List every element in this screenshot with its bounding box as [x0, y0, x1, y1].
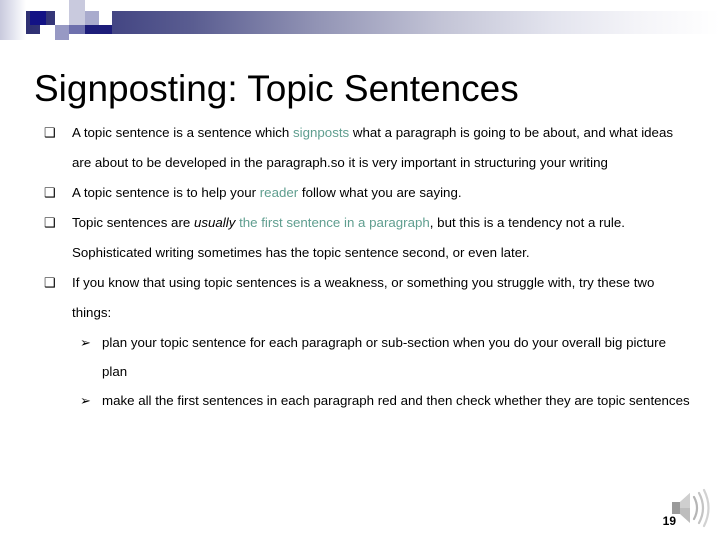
bullet-text-2: A topic sentence is to help your reader … [72, 178, 692, 208]
bullet-segment-accent: reader [259, 185, 299, 200]
list-item: ❑ A topic sentence is a sentence which s… [0, 118, 720, 178]
bullet-text-3: Topic sentences are usually the first se… [72, 208, 692, 268]
header-square-white-2 [85, 0, 99, 11]
header-square-white-7 [40, 25, 55, 40]
header-square-white-8 [26, 34, 40, 40]
header-square-mid-2 [69, 25, 85, 34]
square-bullet-icon: ❑ [44, 125, 56, 140]
header-square-pale-3 [85, 11, 99, 25]
header-square-navy-2 [85, 25, 112, 34]
list-item: ❑ Topic sentences are usually the first … [0, 208, 720, 268]
sub-bullet-text-2: make all the first sentences in each par… [102, 393, 690, 408]
bullet-segment: A topic sentence is to help your [72, 185, 260, 200]
header-square-pale-1 [69, 0, 85, 11]
bullet-text-4: If you know that using topic sentences i… [72, 268, 692, 328]
header-square-white-6 [99, 11, 112, 25]
list-item: ❑ A topic sentence is to help your reade… [0, 178, 720, 208]
list-item: ➢ plan your topic sentence for each para… [0, 328, 720, 386]
square-bullet-icon: ❑ [44, 215, 56, 230]
bullet-segment: Topic sentences are [72, 215, 194, 230]
header-square-mid-1 [55, 25, 69, 40]
bullet-segment-accent: signposts [293, 125, 350, 140]
page-title: Signposting: Topic Sentences [34, 67, 519, 109]
header-gradient-bar [26, 11, 720, 34]
bullet-segment: follow what you are saying. [298, 185, 462, 200]
square-bullet-icon: ❑ [44, 275, 56, 290]
bullet-segment: If you know that using topic sentences i… [72, 275, 655, 320]
slide-body: ❑ A topic sentence is a sentence which s… [0, 118, 720, 415]
sub-bullet-text-1: plan your topic sentence for each paragr… [102, 335, 666, 379]
speaker-icon[interactable] [668, 488, 712, 530]
list-item: ➢ make all the first sentences in each p… [0, 386, 720, 415]
bullet-segment-accent: the first sentence in a paragraph [239, 215, 430, 230]
header-square-pale-2 [69, 11, 85, 25]
arrow-bullet-icon: ➢ [80, 335, 91, 350]
header-square-light-left [0, 0, 26, 40]
bullet-text-1: A topic sentence is a sentence which sig… [72, 118, 692, 178]
header-decoration [0, 0, 720, 40]
bullet-segment: A topic sentence is a sentence which [72, 125, 294, 140]
header-square-navy-1 [30, 11, 46, 25]
header-square-white-4 [112, 0, 124, 11]
header-square-white-1 [55, 0, 69, 11]
square-bullet-icon: ❑ [44, 185, 56, 200]
header-square-white-3 [99, 0, 112, 11]
header-square-white-5 [55, 11, 69, 25]
arrow-bullet-icon: ➢ [80, 393, 91, 408]
bullet-segment-italic: usually [193, 215, 236, 230]
list-item: ❑ If you know that using topic sentences… [0, 268, 720, 328]
